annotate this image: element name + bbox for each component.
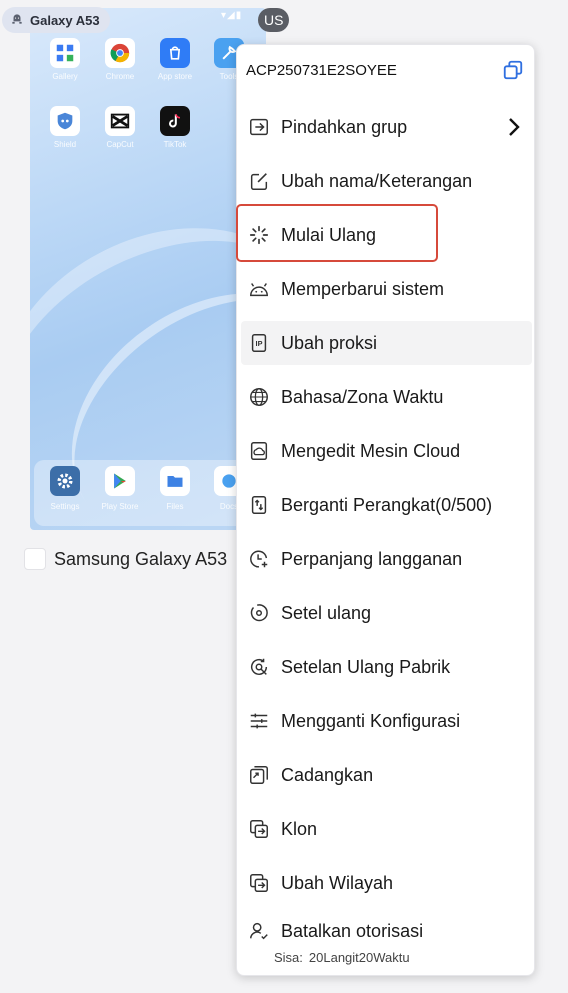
menu-item-change-proxy[interactable]: IP Ubah proksi bbox=[241, 321, 532, 365]
menu-item-switch-device[interactable]: Berganti Perangkat(0/500) bbox=[241, 483, 532, 527]
globe-icon bbox=[247, 385, 271, 409]
menu-item-change-region[interactable]: Ubah Wilayah bbox=[241, 861, 532, 905]
app-label: CapCut bbox=[106, 140, 134, 149]
clone-icon bbox=[247, 817, 271, 841]
device-model-label: Galaxy A53 bbox=[30, 12, 100, 28]
app-label: Gallery bbox=[52, 72, 78, 81]
play-store-app-icon bbox=[105, 466, 135, 496]
menu-item-label: Setel ulang bbox=[281, 602, 372, 623]
user-revoke-icon bbox=[247, 919, 271, 943]
shield-app-icon bbox=[50, 106, 80, 136]
android-icon bbox=[247, 277, 271, 301]
status-bar-icons: ▾◢▮ bbox=[221, 10, 243, 21]
menu-item-label: Pindahkan grup bbox=[281, 116, 408, 137]
highlight-box bbox=[236, 204, 438, 262]
device-checkbox[interactable] bbox=[24, 548, 46, 570]
menu-header: ACP250731E2SOYEE bbox=[237, 45, 534, 95]
app-label: Chrome bbox=[105, 72, 135, 81]
menu-item-label: Klon bbox=[281, 818, 318, 839]
device-screen-preview[interactable]: Gallery Chrome App store Tools Shield Ca… bbox=[30, 8, 266, 530]
app-label: Settings bbox=[50, 502, 80, 511]
menu-item-label: Ubah proksi bbox=[281, 332, 378, 353]
menu-item-label: Memperbarui sistem bbox=[281, 278, 445, 299]
menu-item-label: Bahasa/Zona Waktu bbox=[281, 386, 444, 407]
move-group-icon bbox=[247, 115, 271, 139]
menu-item-reset[interactable]: Setel ulang bbox=[241, 591, 532, 635]
chevron-right-icon bbox=[504, 116, 524, 138]
menu-item-label: Batalkan otorisasi bbox=[281, 920, 424, 941]
backup-icon bbox=[247, 763, 271, 787]
region-icon bbox=[247, 871, 271, 895]
menu-item-edit-cloud-machine[interactable]: Mengedit Mesin Cloud bbox=[241, 429, 532, 473]
menu-item-label: Mengganti Konfigurasi bbox=[281, 710, 461, 731]
menu-item-backup[interactable]: Cadangkan bbox=[241, 753, 532, 797]
sliders-icon bbox=[247, 709, 271, 733]
menu-item-revoke-authorization[interactable]: Batalkan otorisasi bbox=[241, 909, 532, 953]
svg-text:IP: IP bbox=[256, 339, 263, 348]
settings-app-icon bbox=[50, 466, 80, 496]
clock-plus-icon bbox=[247, 547, 271, 571]
menu-item-label: Berganti Perangkat(0/500) bbox=[281, 494, 493, 515]
menu-item-update-system[interactable]: Memperbarui sistem bbox=[241, 267, 532, 311]
app-label: Play Store bbox=[101, 502, 139, 511]
chrome-app-icon bbox=[105, 38, 135, 68]
menu-item-label: Ubah nama/Keterangan bbox=[281, 170, 473, 191]
device-id-label: ACP250731E2SOYEE bbox=[246, 61, 397, 79]
menu-item-change-config[interactable]: Mengganti Konfigurasi bbox=[241, 699, 532, 743]
tiktok-app-icon bbox=[160, 106, 190, 136]
capcut-app-icon bbox=[105, 106, 135, 136]
menu-item-language-timezone[interactable]: Bahasa/Zona Waktu bbox=[241, 375, 532, 419]
menu-item-factory-reset[interactable]: Setelan Ulang Pabrik bbox=[241, 645, 532, 689]
app-label: Files bbox=[166, 502, 184, 511]
factory-reset-icon bbox=[247, 655, 271, 679]
app-label: Shield bbox=[53, 140, 77, 149]
menu-item-rename[interactable]: Ubah nama/Keterangan bbox=[241, 159, 532, 203]
app-label: App store bbox=[157, 72, 193, 81]
region-badge: US bbox=[258, 8, 290, 32]
remaining-info: Sisa: 20Langit20Waktu bbox=[274, 950, 410, 965]
switch-device-icon bbox=[247, 493, 271, 517]
gallery-app-icon bbox=[50, 38, 80, 68]
reset-icon bbox=[247, 601, 271, 625]
menu-item-clone[interactable]: Klon bbox=[241, 807, 532, 851]
android-robot-icon bbox=[10, 12, 24, 29]
cloud-edit-icon bbox=[247, 439, 271, 463]
device-model-tag: Galaxy A53 bbox=[2, 7, 110, 33]
edit-icon bbox=[247, 169, 271, 193]
remaining-value: 20Langit20Waktu bbox=[308, 950, 410, 965]
copy-icon[interactable] bbox=[502, 59, 524, 81]
app-label: TikTok bbox=[163, 140, 187, 149]
app-store-icon bbox=[160, 38, 190, 68]
menu-item-label: Mengedit Mesin Cloud bbox=[281, 440, 461, 461]
remaining-label: Sisa: bbox=[274, 950, 303, 965]
proxy-icon: IP bbox=[247, 331, 271, 355]
files-app-icon bbox=[160, 466, 190, 496]
menu-item-label: Perpanjang langganan bbox=[281, 548, 463, 569]
menu-item-label: Cadangkan bbox=[281, 764, 374, 785]
device-context-menu: ACP250731E2SOYEE Pindahkan grup Ubah nam… bbox=[236, 44, 535, 976]
menu-item-move-group[interactable]: Pindahkan grup bbox=[241, 105, 532, 149]
menu-item-label: Ubah Wilayah bbox=[281, 872, 394, 893]
menu-item-extend-subscription[interactable]: Perpanjang langganan bbox=[241, 537, 532, 581]
device-select-row[interactable]: Samsung Galaxy A53 bbox=[24, 548, 227, 570]
menu-item-label: Setelan Ulang Pabrik bbox=[281, 656, 451, 677]
device-name: Samsung Galaxy A53 bbox=[54, 548, 228, 569]
